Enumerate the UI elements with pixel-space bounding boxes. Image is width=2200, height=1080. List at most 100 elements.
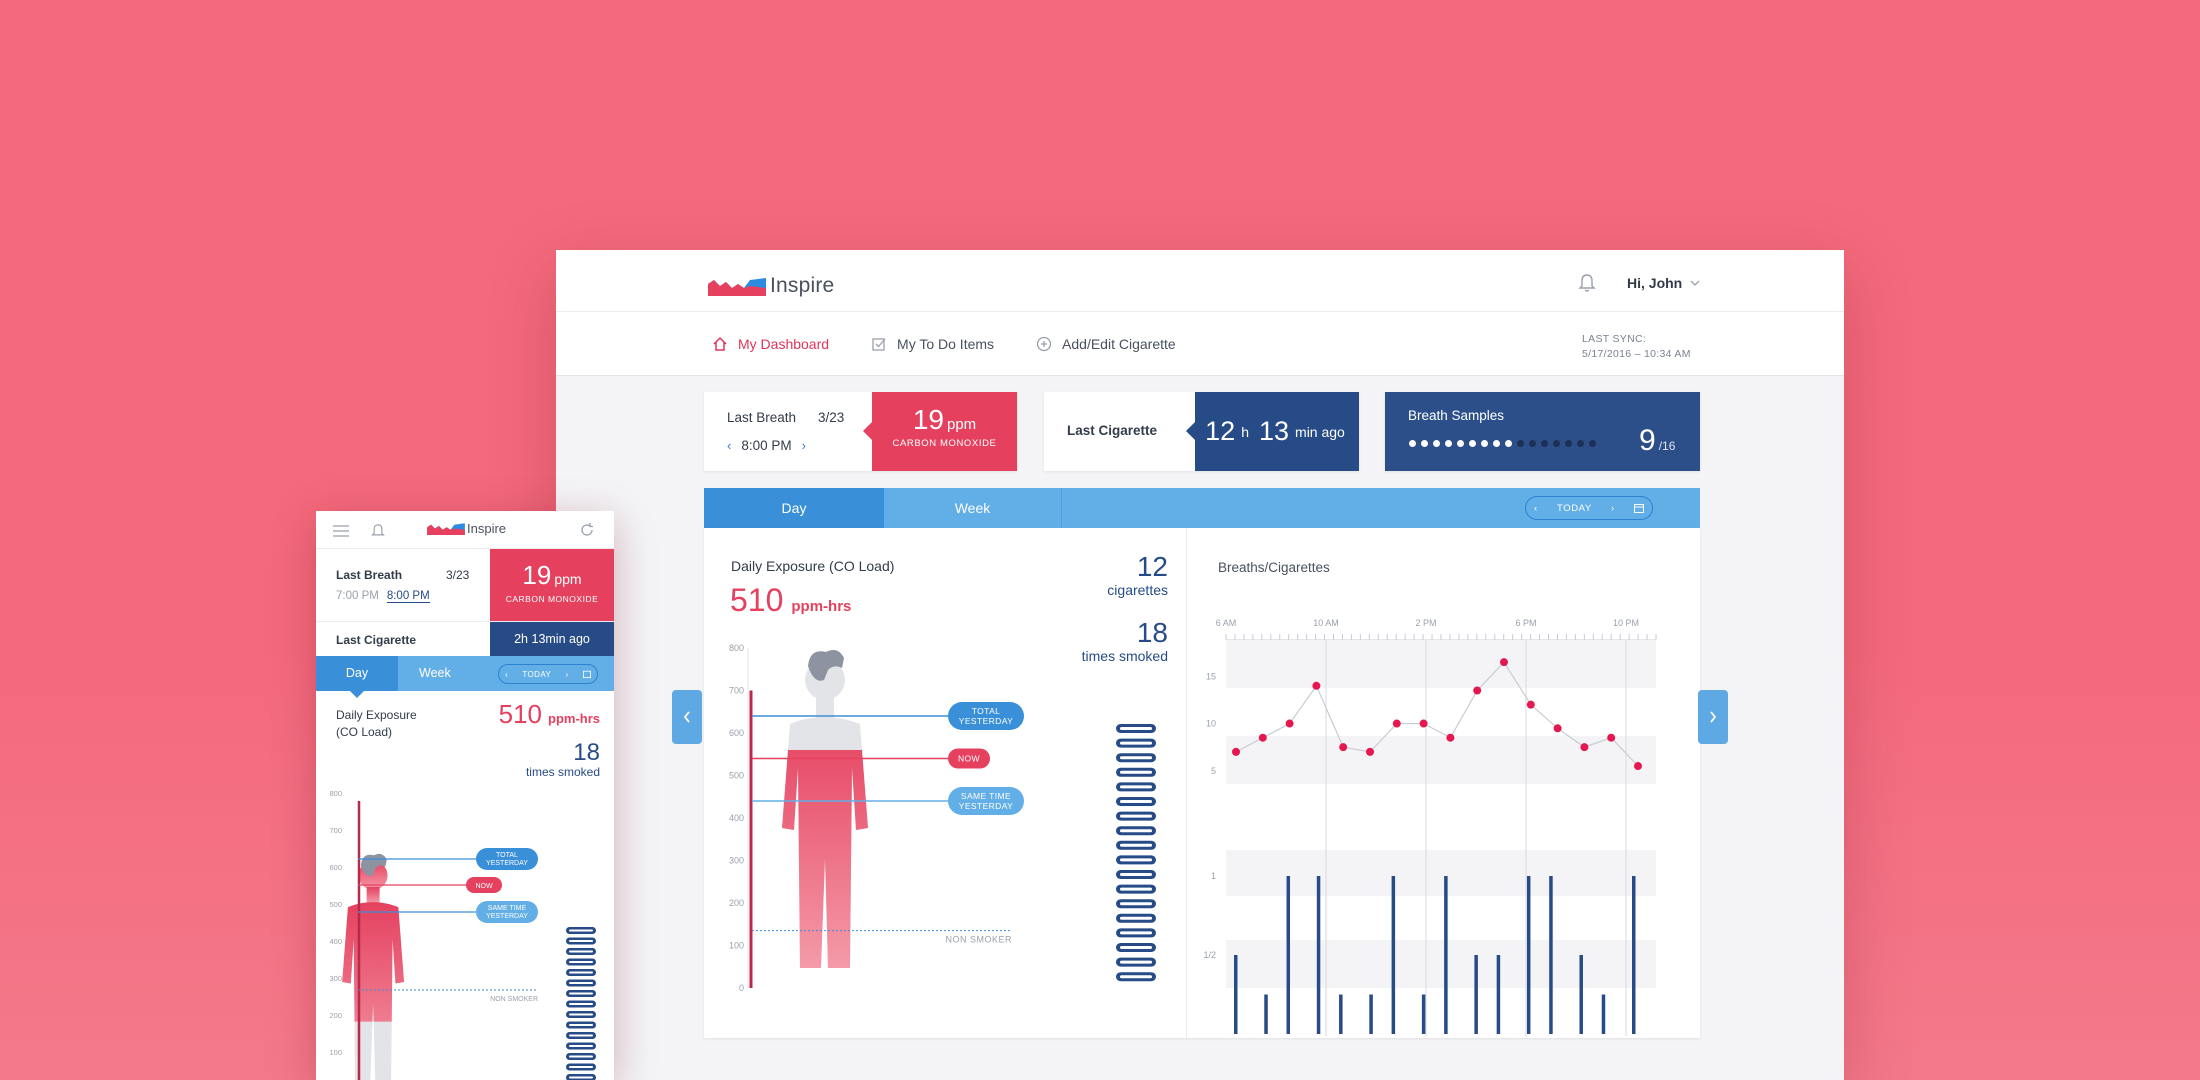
chevron-left-icon[interactable]: ‹ xyxy=(1534,503,1538,514)
last-breath-time-picker: ‹ 8:00 PM › xyxy=(727,438,806,453)
mobile-window: Inspire Last Breath 3/23 7:00 PM 8:00 PM… xyxy=(316,511,614,1080)
sample-dot xyxy=(1481,440,1488,447)
mobile-exposure-subtitle: (CO Load) xyxy=(336,725,393,739)
calendar-icon[interactable] xyxy=(1634,503,1644,513)
breaths-cigarettes-chart: 6 AM 10 AM 2 PM 6 PM 10 PM 15 10 5 1 1/2 xyxy=(1203,618,1657,1036)
scale-tick: 300 xyxy=(729,856,744,866)
mobile-cigarette-bar-highlight xyxy=(569,950,593,953)
mobile-exposure-title-text: Daily Exposure xyxy=(336,708,417,722)
cigarette-bar xyxy=(1369,994,1373,1034)
user-menu[interactable]: Hi, John xyxy=(1627,275,1700,291)
y-tick-label-cig: 1 xyxy=(1211,871,1216,881)
cigarette-bar xyxy=(1391,876,1396,1034)
marker-label: NOW xyxy=(958,754,980,764)
hours-unit: h xyxy=(1241,423,1249,440)
app-name: Inspire xyxy=(770,274,835,297)
cigarette-bar xyxy=(1286,876,1291,1034)
cigarette-bar-highlight xyxy=(1120,887,1152,891)
cigarette-bar xyxy=(1474,955,1478,1034)
mobile-date-picker[interactable]: ‹ TODAY › xyxy=(498,664,598,684)
scale-tick: 800 xyxy=(729,643,744,653)
bell-icon[interactable] xyxy=(1578,273,1596,293)
nav-label: Add/Edit Cigarette xyxy=(1062,336,1176,352)
scale-tick: 100 xyxy=(729,941,744,951)
prev-day-button[interactable] xyxy=(672,690,702,744)
home-icon xyxy=(713,336,727,351)
mobile-cigarette-bar-highlight xyxy=(569,929,593,932)
sample-dot xyxy=(1409,440,1416,447)
co-unit: ppm xyxy=(946,416,977,433)
mobile-tab-day[interactable]: Day xyxy=(316,656,398,698)
x-tick-label: 10 PM xyxy=(1613,618,1639,628)
calendar-icon[interactable] xyxy=(582,670,591,678)
header-divider xyxy=(556,311,1844,312)
sample-dot xyxy=(1541,440,1548,447)
non-smoker-label: NON SMOKER xyxy=(945,935,1012,945)
sample-dot xyxy=(1553,440,1560,447)
mobile-last-cigarette-value: 2h 13min ago xyxy=(490,622,614,657)
nav-add-edit-cigarette[interactable]: Add/Edit Cigarette xyxy=(1036,336,1176,352)
mobile-exposure-title: Daily Exposure (CO Load) xyxy=(336,707,456,741)
cigarette-bar xyxy=(1444,876,1448,1034)
co-value: 19 xyxy=(912,404,944,435)
mobile-marker-same-time: SAME TIME xyxy=(488,905,527,912)
mobile-scale-tick: 500 xyxy=(329,900,342,909)
mobile-today-label: TODAY xyxy=(522,669,552,679)
breath-time-option-selected[interactable]: 8:00 PM xyxy=(386,590,430,603)
date-picker[interactable]: ‹ TODAY › xyxy=(1525,496,1653,520)
checkbox-icon xyxy=(872,338,886,351)
cigarette-bar-highlight xyxy=(1120,843,1152,847)
period-tabbar: Day Week ‹ TODAY › xyxy=(704,488,1700,536)
sync-value: 5/17/2016 – 10:34 AM xyxy=(1582,348,1691,360)
plus-circle-icon xyxy=(1036,336,1052,352)
cigarette-bar-highlight xyxy=(1120,727,1152,730)
menu-icon[interactable] xyxy=(333,525,349,537)
mobile-scale-tick: 700 xyxy=(329,826,342,835)
cigarette-bar-highlight xyxy=(1120,858,1152,862)
mobile-logo[interactable]: Inspire xyxy=(427,521,506,536)
samples-done: 9 xyxy=(1639,424,1656,457)
tab-day[interactable]: Day xyxy=(704,488,884,536)
mobile-marker-total: TOTAL xyxy=(496,852,518,859)
mobile-last-cigarette-label: Last Cigarette xyxy=(336,633,417,647)
mobile-cigarette-bar-highlight xyxy=(569,1003,593,1005)
chevron-right-icon[interactable]: › xyxy=(566,670,569,679)
mobile-cigarette-bar-highlight xyxy=(569,992,593,995)
chevron-left-icon[interactable]: ‹ xyxy=(727,438,731,453)
cigarette-bar-highlight xyxy=(1120,916,1152,920)
sample-dot xyxy=(1589,440,1596,447)
marker-label: SAME TIME xyxy=(961,791,1011,801)
cigarette-bar xyxy=(1496,955,1501,1034)
mobile-marker-yesterday2: YESTERDAY xyxy=(486,913,528,920)
y-tick-label-cig: 1/2 xyxy=(1203,950,1216,960)
chevron-left-icon[interactable]: ‹ xyxy=(505,670,508,679)
chevron-down-icon xyxy=(1690,280,1700,286)
mobile-header: Inspire xyxy=(316,511,614,549)
tab-week[interactable]: Week xyxy=(884,488,1062,528)
chevron-right-icon[interactable]: › xyxy=(1611,503,1615,514)
mobile-cigarette-bar-highlight xyxy=(569,982,593,984)
chevron-right-icon xyxy=(1710,711,1717,723)
cigarette-bar xyxy=(1264,994,1268,1034)
mobile-exposure-figure: 800 700 600 500 400 300 200 100 TOTAL YESTERDAY… xyxy=(329,789,596,1080)
mobile-cigarette-bar-highlight xyxy=(569,1066,593,1068)
main-nav: My Dashboard My To Do Items Add/Edit Cig… xyxy=(712,336,1176,352)
cigarette-bar-highlight xyxy=(1120,902,1152,906)
grid-band xyxy=(1226,940,1656,988)
chevron-right-icon[interactable]: › xyxy=(802,438,806,453)
y-tick-label: 5 xyxy=(1211,766,1216,776)
sample-dot xyxy=(1421,440,1428,447)
bell-icon[interactable] xyxy=(371,523,385,539)
mobile-cigarette-bar-highlight xyxy=(569,940,593,942)
breath-time-option[interactable]: 7:00 PM xyxy=(336,590,379,603)
cigarette-bar-highlight xyxy=(1120,931,1152,935)
mobile-co-label: CARBON MONOXIDE xyxy=(505,594,599,604)
nav-my-dashboard[interactable]: My Dashboard xyxy=(712,336,829,352)
last-breath-card: Last Breath 3/23 ‹ 8:00 PM › 19 ppm CARBO… xyxy=(704,392,1017,471)
sample-dots xyxy=(1409,440,1596,447)
refresh-icon[interactable] xyxy=(580,523,594,537)
next-day-button[interactable] xyxy=(1698,690,1728,744)
nav-my-to-do-items[interactable]: My To Do Items xyxy=(871,336,994,352)
cigarette-bar-highlight xyxy=(1120,770,1152,774)
logo[interactable]: Inspire xyxy=(708,274,834,298)
